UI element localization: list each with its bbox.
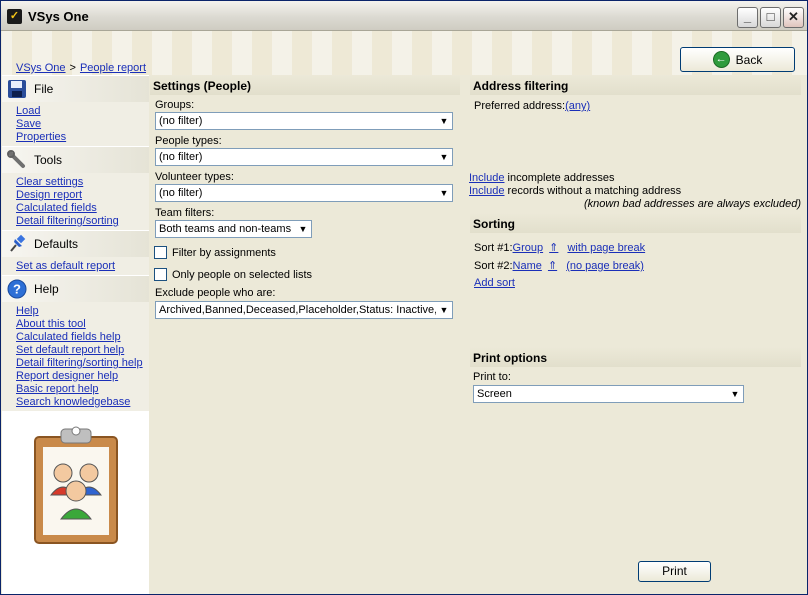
sidebar-item-set-default-report-help[interactable]: Set default report help [16,344,149,357]
preferred-address-link[interactable]: (any) [565,100,590,112]
chevron-down-icon: ▼ [436,302,452,318]
clipboard-people-icon [31,423,121,545]
back-button-label: Back [735,52,763,67]
filter-by-assignments-checkbox[interactable]: Filter by assignments [154,246,276,259]
sidebar-item-properties[interactable]: Properties [16,131,149,144]
include-nomatch-link[interactable]: Include [469,185,504,197]
sidebar-item-report-designer-help[interactable]: Report designer help [16,370,149,383]
add-sort-row: Add sort [474,277,515,289]
sidebar-item-search-knowledgebase[interactable]: Search knowledgebase [16,396,149,409]
floppy-disk-icon [6,78,28,100]
team-filters-select[interactable]: Both teams and non-teams ▼ [155,220,312,238]
team-filters-label: Team filters: [155,207,215,219]
exclude-label: Exclude people who are: [155,287,276,299]
window-title: VSys One [28,9,89,24]
sort-2-page-break-link[interactable]: (no page break) [566,260,644,272]
breadcrumb-current-link[interactable]: People report [80,62,146,74]
sidebar-item-load[interactable]: Load [16,105,149,118]
sort-2-row: Sort #2:Name ⇑ (no page break) [474,260,644,272]
exclude-select[interactable]: Archived,Banned,Deceased,Placeholder,Sta… [155,301,453,319]
people-types-label: People types: [155,135,222,147]
sidebar-defaults-items: Set as default report [2,257,149,275]
sidebar-item-design-report[interactable]: Design report [16,189,149,202]
volunteer-types-label: Volunteer types: [155,171,234,183]
back-button[interactable]: ← Back [680,47,795,72]
checkbox-box[interactable] [154,268,167,281]
print-options-header: Print options [470,347,801,367]
breadcrumb: VSys One > People report [16,62,146,74]
sort-2-field-link[interactable]: Name [513,260,542,272]
main-panel: Settings (People) Groups: (no filter) ▼ P… [150,75,807,594]
address-filtering-header: Address filtering [470,75,801,95]
minimize-button[interactable]: _ [737,7,758,28]
sidebar-help-title: Help [34,282,59,296]
sidebar-section-defaults[interactable]: Defaults [2,230,149,257]
sidebar-file-title: File [34,82,54,96]
sidebar-item-basic-report-help[interactable]: Basic report help [16,383,149,396]
sort-1-page-break-link[interactable]: with page break [567,242,645,254]
sidebar-section-help[interactable]: ? Help [2,275,149,302]
sidebar: File Load Save Properties Tools Clear se… [2,75,149,594]
sidebar-item-detail-filtering[interactable]: Detail filtering/sorting [16,215,149,228]
chevron-down-icon: ▼ [295,221,311,237]
maximize-button[interactable]: □ [760,7,781,28]
chevron-down-icon: ▼ [727,386,743,402]
groups-select[interactable]: (no filter) ▼ [155,112,453,130]
chevron-down-icon: ▼ [436,185,452,201]
close-button[interactable]: ✕ [783,7,804,28]
only-selected-lists-checkbox[interactable]: Only people on selected lists [154,268,312,281]
preferred-address-row: Preferred address:(any) [474,100,591,112]
back-arrow-icon: ← [712,51,730,68]
svg-text:?: ? [13,282,21,297]
volunteer-types-select[interactable]: (no filter) ▼ [155,184,453,202]
sidebar-file-items: Load Save Properties [2,102,149,146]
sidebar-section-file[interactable]: File [2,75,149,102]
settings-header: Settings (People) [150,75,460,95]
chevron-down-icon: ▼ [436,149,452,165]
sort-ascending-icon[interactable]: ⇑ [548,260,557,272]
sidebar-item-calculated-fields[interactable]: Calculated fields [16,202,149,215]
wrench-icon [6,149,28,171]
chevron-down-icon: ▼ [436,113,452,129]
sidebar-item-about[interactable]: About this tool [16,318,149,331]
breadcrumb-separator: > [69,62,76,74]
sidebar-section-tools[interactable]: Tools [2,146,149,173]
people-types-select[interactable]: (no filter) ▼ [155,148,453,166]
print-button[interactable]: Print [638,561,711,582]
nomatch-addresses-row: Include records without a matching addre… [469,185,682,197]
sort-ascending-icon[interactable]: ⇑ [549,242,558,254]
bad-address-note: (known bad addresses are always excluded… [584,198,802,210]
sidebar-help-items: Help About this tool Calculated fields h… [2,302,149,411]
app-logo-icon: ✓ [7,9,22,24]
sidebar-item-clear-settings[interactable]: Clear settings [16,176,149,189]
print-to-select[interactable]: Screen ▼ [473,385,744,403]
sidebar-item-set-default-report[interactable]: Set as default report [16,260,149,273]
pushpin-icon [6,233,28,255]
title-bar[interactable]: ✓ VSys One _ □ ✕ [1,1,807,31]
print-to-label: Print to: [473,371,511,383]
sort-1-row: Sort #1:Group ⇑ with page break [474,242,646,254]
include-incomplete-link[interactable]: Include [469,172,504,184]
sort-1-field-link[interactable]: Group [513,242,544,254]
sidebar-item-save[interactable]: Save [16,118,149,131]
groups-label: Groups: [155,99,195,111]
sidebar-tools-title: Tools [34,153,63,167]
sidebar-item-calculated-fields-help[interactable]: Calculated fields help [16,331,149,344]
help-icon: ? [6,278,28,300]
checkbox-box[interactable] [154,246,167,259]
sorting-header: Sorting [470,213,801,233]
sidebar-defaults-title: Defaults [34,237,79,251]
add-sort-link[interactable]: Add sort [474,277,515,289]
sidebar-item-detail-filtering-help[interactable]: Detail filtering/sorting help [16,357,149,370]
incomplete-addresses-row: Include incomplete addresses [469,172,615,184]
sidebar-tools-items: Clear settings Design report Calculated … [2,173,149,230]
app-window: ✓ VSys One _ □ ✕ VSys One > People report … [0,0,808,595]
sidebar-item-help[interactable]: Help [16,305,149,318]
breadcrumb-root-link[interactable]: VSys One [16,62,66,74]
